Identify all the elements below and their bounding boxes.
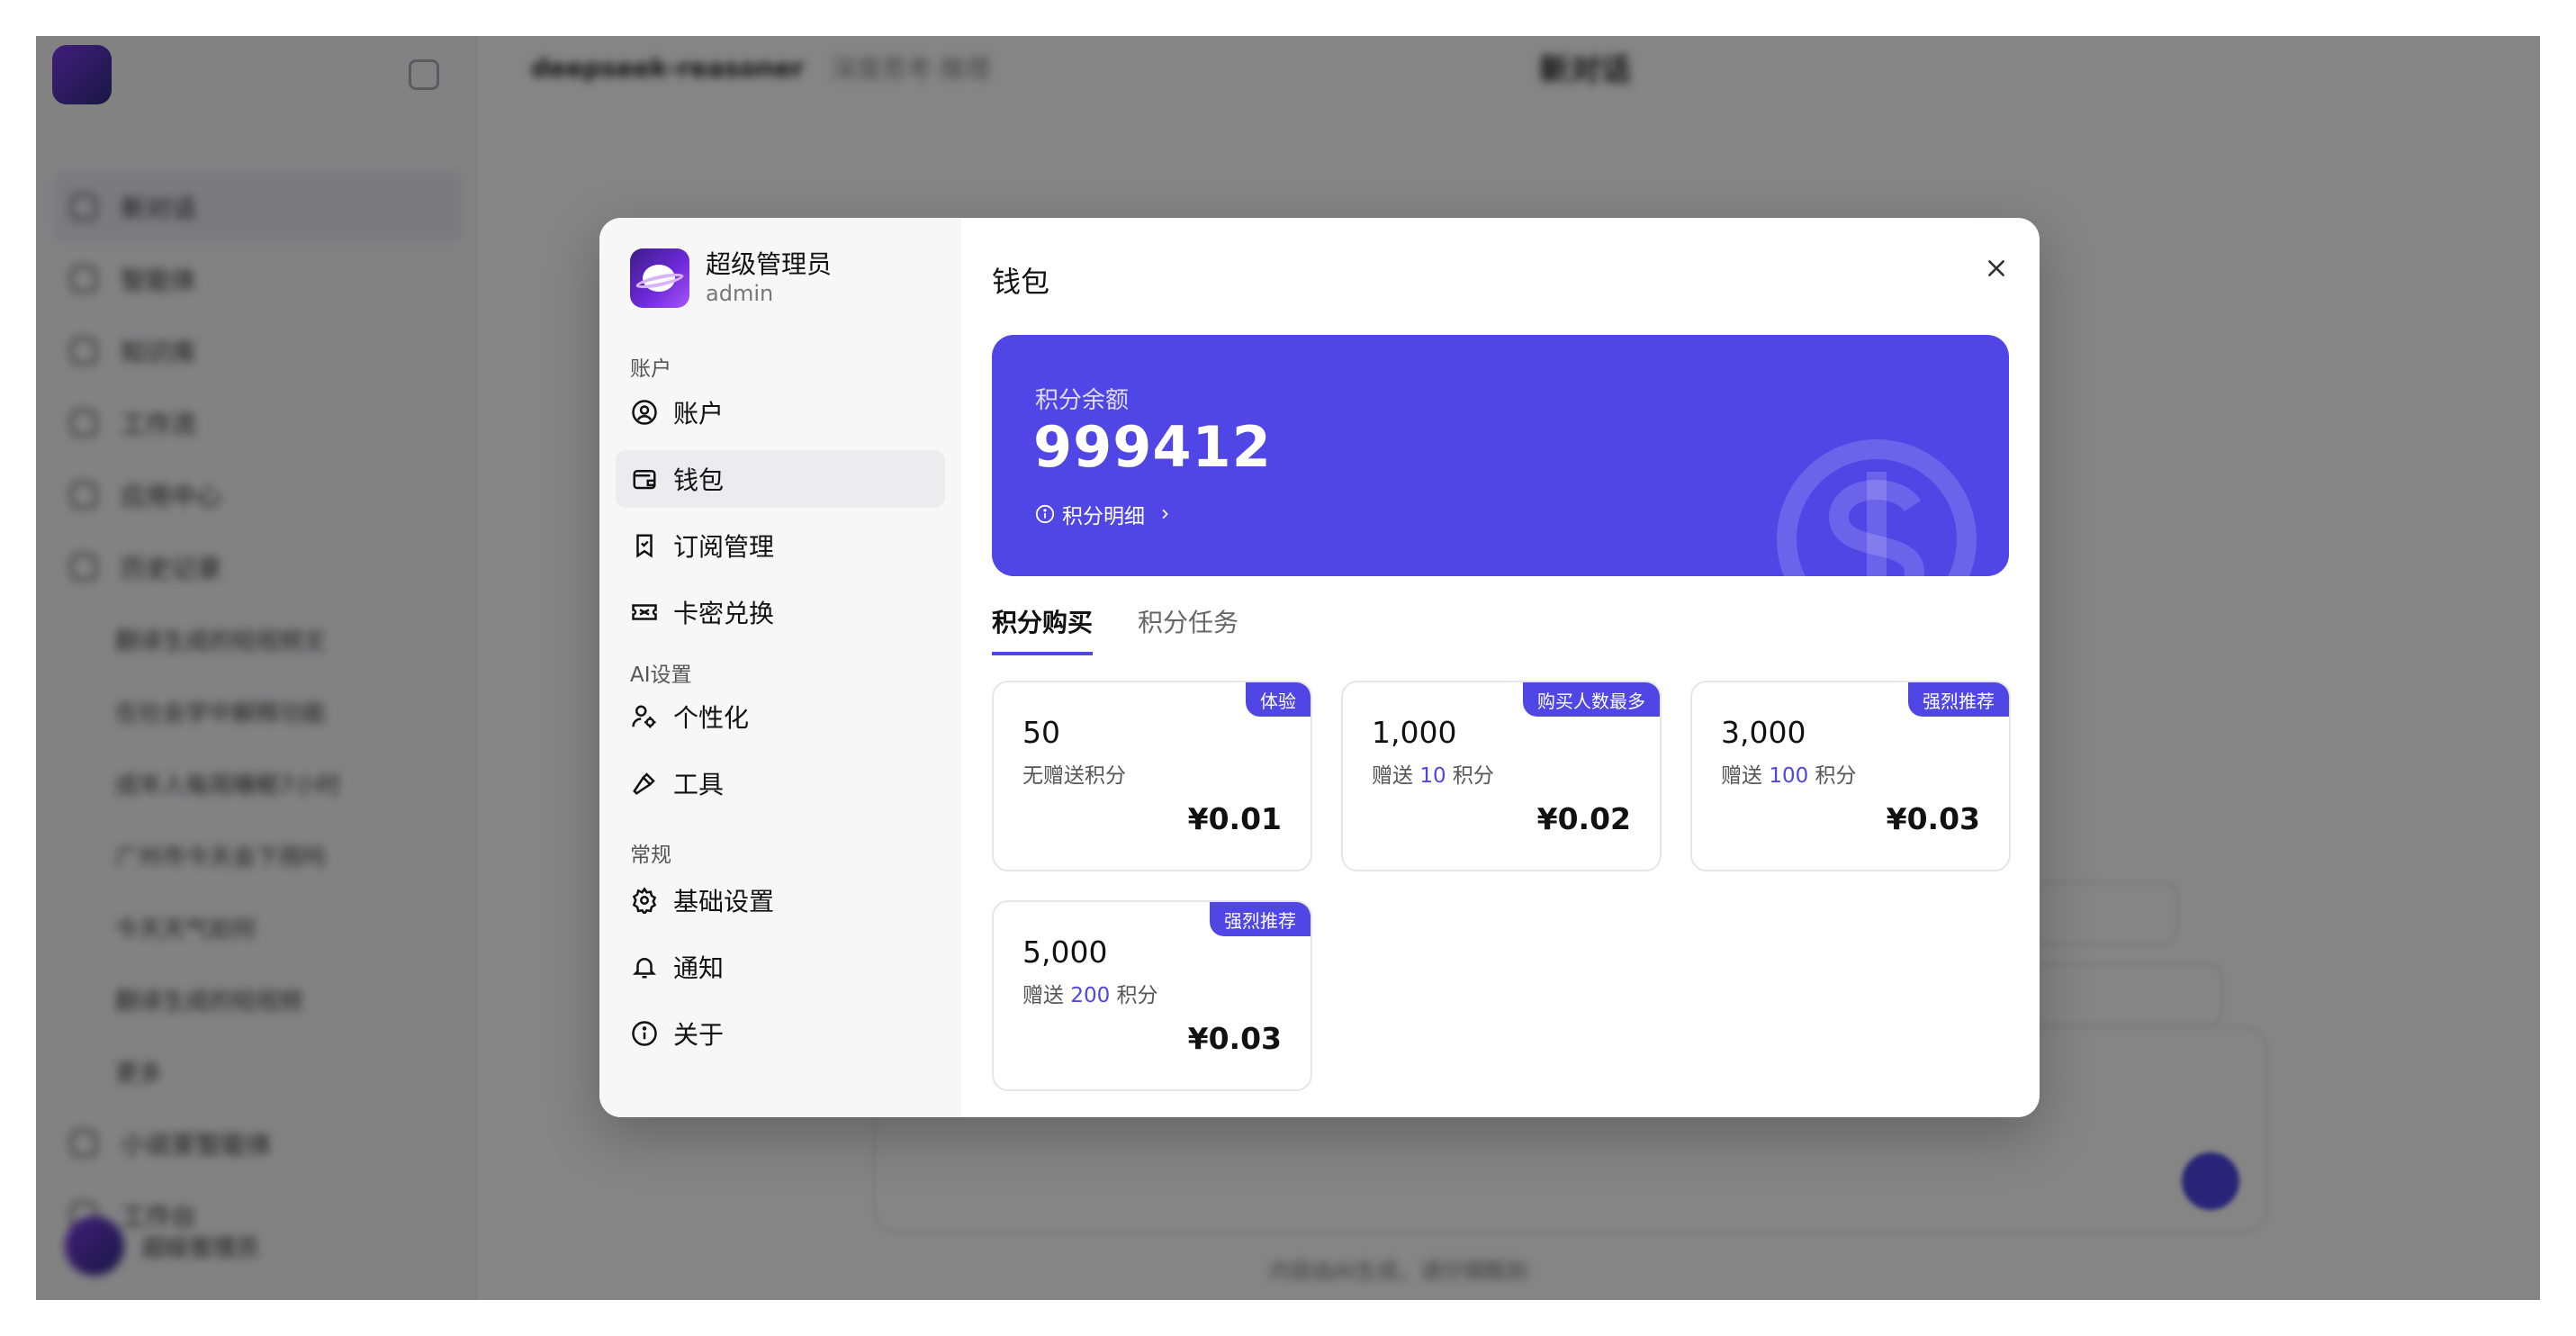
package-price: ¥0.01	[1187, 801, 1282, 836]
package-bonus: 赠送 100 积分	[1721, 758, 1857, 789]
chevron-right-icon	[1162, 509, 1168, 519]
sidebar-item-card-redeem[interactable]: 卡密兑换	[616, 583, 945, 641]
package-badge: 强烈推荐	[1210, 902, 1311, 936]
sidebar-item-basic-settings[interactable]: 基础设置	[616, 871, 945, 929]
sidebar-item-subscription[interactable]: 订阅管理	[616, 517, 945, 574]
settings-modal: 超级管理员 admin 账户 账户 钱包 订阅管理 卡密兑换 AI设置 个性化 …	[599, 218, 2040, 1117]
package-card[interactable]: 体验 50 无赠送积分 ¥0.01	[992, 681, 1312, 871]
sidebar-item-label: 订阅管理	[673, 532, 775, 562]
bookmark-icon	[630, 531, 659, 560]
package-badge: 体验	[1246, 682, 1311, 717]
bonus-value: 100	[1769, 764, 1809, 788]
balance-value: 999412	[1033, 414, 1272, 480]
sidebar-item-account[interactable]: 账户	[616, 384, 945, 441]
avatar	[630, 248, 689, 308]
ticket-icon	[630, 598, 659, 627]
close-icon	[1988, 260, 2004, 276]
bonus-value: 10	[1419, 764, 1446, 788]
sidebar-item-notifications[interactable]: 通知	[616, 938, 945, 996]
user-meta: 超级管理员 admin	[706, 249, 832, 307]
package-badge: 强烈推荐	[1908, 682, 2009, 717]
sidebar-item-label: 关于	[673, 1020, 725, 1050]
tab-tasks[interactable]: 积分任务	[1138, 603, 1238, 655]
bell-icon	[630, 952, 659, 981]
bonus-suffix: 积分	[1110, 984, 1158, 1007]
sidebar-item-label: 钱包	[673, 465, 725, 495]
sidebar-item-label: 工具	[673, 770, 725, 799]
user-name: 超级管理员	[706, 249, 833, 279]
package-price: ¥0.02	[1536, 801, 1631, 836]
hammer-icon	[630, 769, 659, 798]
points-detail-label: 积分明细	[1062, 505, 1145, 528]
sidebar-item-tools[interactable]: 工具	[616, 754, 945, 812]
sidebar-item-personalize[interactable]: 个性化	[616, 688, 945, 745]
package-amount: 1,000	[1372, 715, 1457, 750]
tab-purchase[interactable]: 积分购买	[992, 603, 1094, 655]
bonus-prefix: 赠送	[1721, 764, 1770, 788]
wallet-icon	[630, 465, 659, 493]
package-amount: 50	[1022, 715, 1060, 750]
section-label-account: 账户	[630, 357, 671, 381]
package-badge: 购买人数最多	[1523, 682, 1660, 717]
package-bonus: 无赠送积分	[1022, 758, 1126, 789]
modal-sidebar: 超级管理员 admin 账户 账户 钱包 订阅管理 卡密兑换 AI设置 个性化 …	[599, 218, 961, 1117]
user-settings-icon	[630, 702, 659, 731]
bonus-prefix: 赠送	[1022, 984, 1071, 1007]
bonus-value: 200	[1070, 984, 1111, 1007]
package-bonus: 赠送 10 积分	[1372, 758, 1494, 789]
package-price: ¥0.03	[1187, 1021, 1282, 1056]
points-detail-link[interactable]: 积分明细	[1035, 499, 1172, 529]
bonus-prefix: 赠送	[1372, 764, 1420, 788]
close-button[interactable]	[1978, 250, 2014, 286]
package-card[interactable]: 强烈推荐 5,000 赠送 200 积分 ¥0.03	[992, 900, 1312, 1091]
page-title: 钱包	[992, 265, 1050, 299]
user-block: 超级管理员 admin	[630, 248, 832, 308]
section-label-ai: AI设置	[630, 663, 692, 687]
bonus-suffix: 积分	[1446, 764, 1494, 788]
package-card[interactable]: 购买人数最多 1,000 赠送 10 积分 ¥0.02	[1341, 681, 1662, 871]
sidebar-item-label: 个性化	[673, 703, 750, 733]
user-circle-icon	[630, 398, 659, 427]
gear-icon	[630, 886, 659, 915]
dollar-coin-icon	[1777, 439, 1977, 576]
wallet-tabs: 积分购买 积分任务	[992, 603, 1283, 655]
bonus-prefix: 无赠送积分	[1022, 764, 1126, 788]
sidebar-item-wallet[interactable]: 钱包	[616, 450, 945, 508]
info-icon	[630, 1019, 659, 1048]
user-role: admin	[706, 281, 774, 306]
package-price: ¥0.03	[1886, 801, 1980, 836]
package-card[interactable]: 强烈推荐 3,000 赠送 100 积分 ¥0.03	[1690, 681, 2011, 871]
info-icon	[1035, 504, 1055, 524]
package-amount: 5,000	[1022, 934, 1108, 970]
sidebar-item-label: 卡密兑换	[673, 599, 775, 628]
section-label-general: 常规	[630, 844, 671, 867]
sidebar-item-label: 账户	[673, 399, 725, 429]
modal-content: 钱包 积分余额 999412 积分明细 积分购买 积分任务 体验 50 无赠送积…	[961, 218, 2040, 1117]
package-amount: 3,000	[1721, 715, 1806, 750]
balance-card: 积分余额 999412 积分明细	[992, 335, 2009, 576]
sidebar-item-label: 通知	[673, 953, 725, 983]
package-bonus: 赠送 200 积分	[1022, 978, 1158, 1008]
sidebar-item-label: 基础设置	[673, 887, 775, 916]
sidebar-item-about[interactable]: 关于	[616, 1005, 945, 1062]
bonus-suffix: 积分	[1808, 764, 1857, 788]
balance-label: 积分余额	[1035, 387, 1130, 414]
